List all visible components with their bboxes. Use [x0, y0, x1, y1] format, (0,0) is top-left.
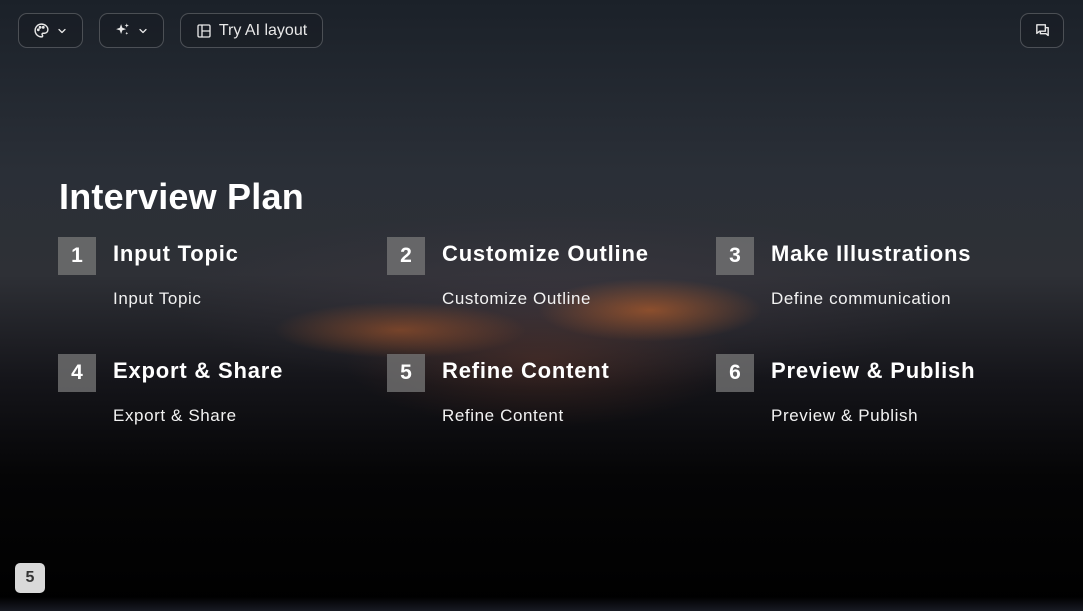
step-number-badge: 4	[58, 354, 96, 392]
step-number-badge: 6	[716, 354, 754, 392]
theme-button[interactable]	[18, 13, 83, 48]
step-description: Refine Content	[442, 406, 564, 425]
slide-title: Interview Plan	[59, 176, 304, 217]
sparkles-icon	[114, 22, 131, 39]
layout-icon	[196, 23, 212, 39]
step-heading: Make Illustrations	[771, 241, 972, 266]
page-number-badge[interactable]: 5	[15, 563, 45, 593]
step-number-badge: 3	[716, 237, 754, 275]
ai-button[interactable]	[99, 13, 164, 48]
step-description: Define communication	[771, 289, 952, 308]
step-number-badge: 5	[387, 354, 425, 392]
step-description: Preview & Publish	[771, 406, 919, 425]
step-heading: Preview & Publish	[771, 358, 976, 383]
step-description: Customize Outline	[442, 289, 592, 308]
step-number-badge: 1	[58, 237, 96, 275]
step-description: Export & Share	[113, 406, 237, 425]
palette-icon	[33, 22, 50, 39]
try-ai-layout-label: Try AI layout	[218, 21, 308, 39]
step-number-badge: 2	[387, 237, 425, 275]
chat-icon	[1034, 22, 1051, 39]
step-heading: Input Topic	[113, 241, 239, 266]
chat-button[interactable]	[1020, 13, 1064, 48]
step-heading: Refine Content	[442, 358, 610, 383]
try-ai-layout-button[interactable]: Try AI layout	[180, 13, 323, 48]
chevron-down-icon	[137, 25, 149, 37]
chevron-down-icon	[56, 25, 68, 37]
step-heading: Customize Outline	[442, 241, 649, 266]
step-description: Input Topic	[113, 289, 202, 308]
step-heading: Export & Share	[113, 358, 284, 383]
